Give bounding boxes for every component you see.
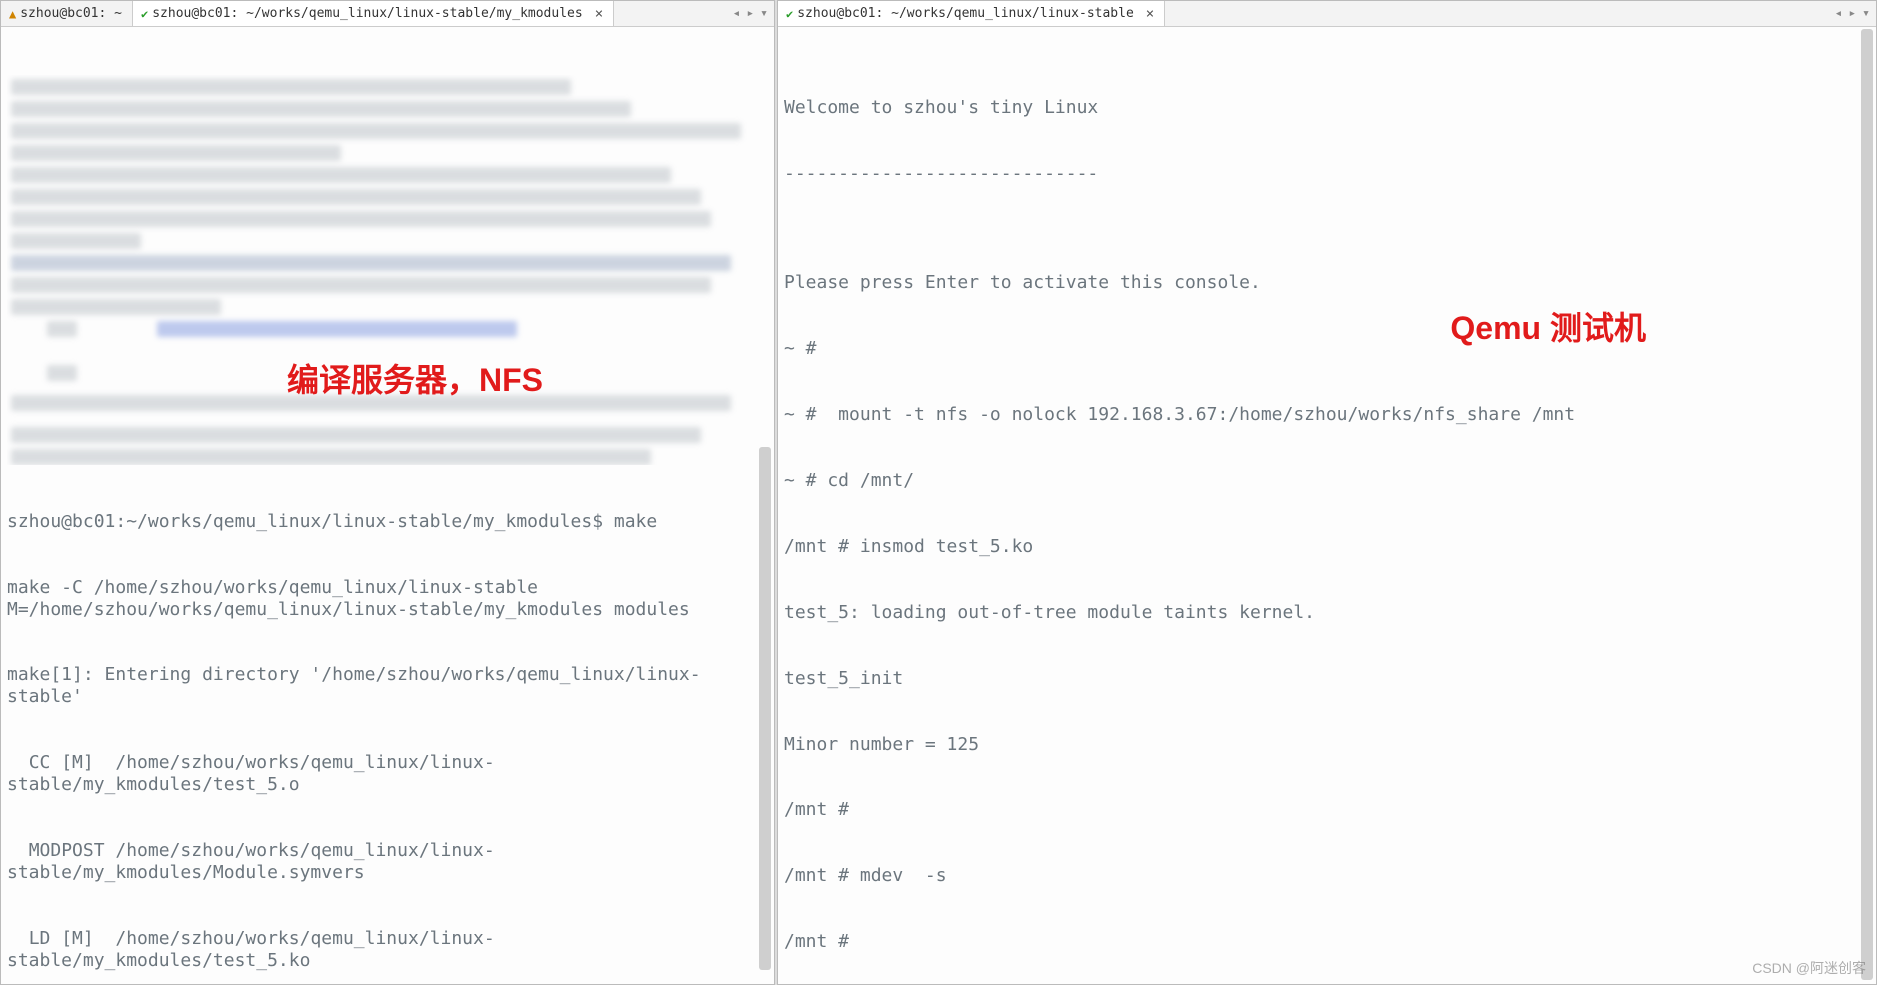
- terminal-line: test_5_init: [784, 668, 1870, 690]
- tab-left-1[interactable]: ▲ szhou@bc01: ~: [1, 1, 133, 26]
- tab-left-2[interactable]: ✔ szhou@bc01: ~/works/qemu_linux/linux-s…: [133, 1, 614, 26]
- status-ok-icon: ✔: [141, 8, 148, 20]
- right-tabbar: ✔ szhou@bc01: ~/works/qemu_linux/linux-s…: [778, 1, 1876, 27]
- terminal-line: ~ # cd /mnt/: [784, 470, 1870, 492]
- tab-title: szhou@bc01: ~/works/qemu_linux/linux-sta…: [152, 6, 582, 21]
- left-scrollbar[interactable]: [758, 29, 772, 980]
- left-terminal[interactable]: 编译服务器，NFS szhou@bc01:~/works/qemu_linux/…: [1, 27, 774, 984]
- watermark: CSDN @阿迷创客: [1752, 958, 1866, 978]
- scroll-right-icon[interactable]: ▸: [1846, 6, 1858, 21]
- tab-scrollers: ◂ ▸ ▾: [731, 6, 774, 21]
- right-scrollbar[interactable]: [1860, 29, 1874, 980]
- scroll-right-icon[interactable]: ▸: [744, 6, 756, 21]
- terminal-line: Minor number = 125: [784, 734, 1870, 756]
- terminal-line: test_5: loading out-of-tree module taint…: [784, 602, 1870, 624]
- tab-title: szhou@bc01: ~/works/qemu_linux/linux-sta…: [797, 6, 1134, 21]
- terminal-line: make[1]: Entering directory '/home/szhou…: [7, 664, 768, 708]
- tab-title: szhou@bc01: ~: [20, 6, 122, 21]
- scroll-left-icon[interactable]: ◂: [1833, 6, 1845, 21]
- scroll-left-icon[interactable]: ◂: [731, 6, 743, 21]
- terminal-line: ~ # mount -t nfs -o nolock 192.168.3.67:…: [784, 404, 1870, 426]
- right-terminal[interactable]: Qemu 测试机 Welcome to szhou's tiny Linux -…: [778, 27, 1876, 984]
- terminal-line: -----------------------------: [784, 163, 1870, 185]
- status-ok-icon: ✔: [786, 8, 793, 20]
- scroll-menu-icon[interactable]: ▾: [758, 6, 770, 21]
- scrollbar-thumb[interactable]: [1861, 29, 1873, 980]
- status-alert-icon: ▲: [9, 8, 16, 20]
- terminal-line: CC [M] /home/szhou/works/qemu_linux/linu…: [7, 752, 768, 796]
- terminal-line: /mnt # insmod test_5.ko: [784, 536, 1870, 558]
- pixelated-region: 编译服务器，NFS: [7, 75, 767, 465]
- left-pane: ▲ szhou@bc01: ~ ✔ szhou@bc01: ~/works/qe…: [0, 0, 775, 985]
- tab-scrollers: ◂ ▸ ▾: [1833, 6, 1876, 21]
- scrollbar-thumb[interactable]: [759, 447, 771, 970]
- close-icon[interactable]: ×: [595, 7, 603, 21]
- scroll-menu-icon[interactable]: ▾: [1860, 6, 1872, 21]
- terminal-line: make -C /home/szhou/works/qemu_linux/lin…: [7, 577, 768, 621]
- left-tabbar: ▲ szhou@bc01: ~ ✔ szhou@bc01: ~/works/qe…: [1, 1, 774, 27]
- right-pane: ✔ szhou@bc01: ~/works/qemu_linux/linux-s…: [777, 0, 1877, 985]
- terminal-line: /mnt #: [784, 931, 1870, 953]
- terminal-line: /mnt #: [784, 799, 1870, 821]
- terminal-line: ~ #: [784, 338, 1870, 360]
- close-icon[interactable]: ×: [1146, 7, 1154, 21]
- terminal-line: LD [M] /home/szhou/works/qemu_linux/linu…: [7, 928, 768, 972]
- tab-right-1[interactable]: ✔ szhou@bc01: ~/works/qemu_linux/linux-s…: [778, 1, 1165, 26]
- terminal-line: /mnt # mdev -s: [784, 865, 1870, 887]
- terminal-line: szhou@bc01:~/works/qemu_linux/linux-stab…: [7, 511, 768, 533]
- terminal-line: Welcome to szhou's tiny Linux: [784, 97, 1870, 119]
- terminal-line: Please press Enter to activate this cons…: [784, 272, 1870, 294]
- terminal-line: MODPOST /home/szhou/works/qemu_linux/lin…: [7, 840, 768, 884]
